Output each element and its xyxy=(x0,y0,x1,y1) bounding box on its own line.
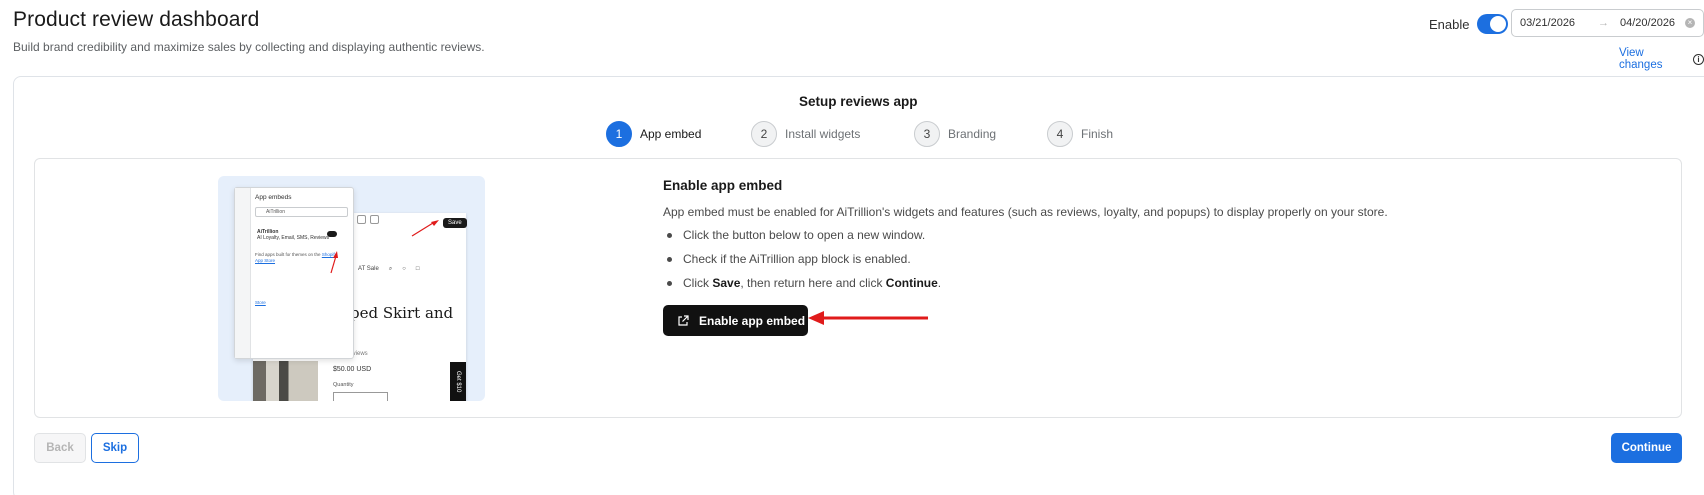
enable-app-embed-button[interactable]: Enable app embed xyxy=(663,305,808,336)
step-install-widgets[interactable]: 2 Install widgets xyxy=(751,121,860,147)
list-item-text: Click Save, then return here and click C… xyxy=(683,276,942,290)
date-end[interactable]: 04/20/2026 xyxy=(1620,17,1685,29)
date-start[interactable]: 03/21/2026 xyxy=(1520,17,1598,29)
list-item: Click the button below to open a new win… xyxy=(663,228,941,252)
list-item-text: Click the button below to open a new win… xyxy=(683,228,926,242)
mock-heading-line: p xyxy=(338,323,453,343)
page-subtitle: Build brand credibility and maximize sal… xyxy=(13,40,485,54)
date-range-picker[interactable]: 03/21/2026 → 04/20/2026 × xyxy=(1511,9,1704,37)
info-icon[interactable]: i xyxy=(1693,53,1704,65)
step-label: App embed xyxy=(640,127,702,141)
list-item: Click Save, then return here and click C… xyxy=(663,276,941,300)
setup-title: Setup reviews app xyxy=(799,94,918,109)
mock-product-heading: riped Skirt and p xyxy=(338,303,453,343)
step-number: 3 xyxy=(914,121,940,147)
mock-heading-line: riped Skirt and xyxy=(338,304,454,322)
mock-cart-icon: □ xyxy=(415,266,420,272)
step-finish[interactable]: 4 Finish xyxy=(1047,121,1113,147)
mock-app-embeds-panel: App embeds AiTrillion AiTrillion AI Loya… xyxy=(234,187,354,359)
enable-control: Enable xyxy=(1429,14,1509,34)
mock-search-icon: ⌕ xyxy=(388,266,393,272)
step-label: Install widgets xyxy=(785,127,861,141)
back-button[interactable]: Back xyxy=(34,433,86,463)
external-link-icon xyxy=(678,314,689,326)
page-title: Product review dashboard xyxy=(13,8,260,31)
enable-label: Enable xyxy=(1429,16,1470,32)
mock-quantity-box xyxy=(333,392,388,401)
mock-rail xyxy=(235,188,251,358)
content-title: Enable app embed xyxy=(663,178,783,193)
mock-item-sub: AI Loyalty, Email, SMS, Reviews xyxy=(257,235,330,241)
step-label: Branding xyxy=(948,127,997,141)
mock-note: Find apps built for themes on the Shopif… xyxy=(255,252,343,264)
mock-nav-item: AT Sale xyxy=(358,266,379,272)
enable-toggle[interactable] xyxy=(1477,14,1509,34)
step-number: 1 xyxy=(606,121,632,147)
view-changes-link[interactable]: View changes i xyxy=(1619,47,1704,71)
mock-embed-switch xyxy=(327,231,337,237)
list-item-text: Check if the AiTrillion app block is ena… xyxy=(683,252,911,266)
clear-date-icon[interactable]: × xyxy=(1685,18,1695,28)
continue-button[interactable]: Continue xyxy=(1611,433,1682,463)
mock-quantity-label: Quantity xyxy=(333,382,354,388)
enable-app-embed-label: Enable app embed xyxy=(699,313,806,328)
mock-embed-item: AiTrillion AI Loyalty, Email, SMS, Revie… xyxy=(257,229,329,241)
step-branding[interactable]: 3 Branding xyxy=(914,121,996,147)
skip-button[interactable]: Skip xyxy=(91,433,139,463)
mock-product-image xyxy=(253,361,318,401)
mock-panel-title: App embeds xyxy=(255,194,292,201)
step-label: Finish xyxy=(1081,127,1114,141)
content-description: App embed must be enabled for AiTrillion… xyxy=(663,205,1388,219)
mock-panel-link: Store xyxy=(255,300,266,305)
app-embed-illustration: Save age AT Sale ⌕ ○ □ riped Skirt and p… xyxy=(218,176,485,401)
mock-save-button: Save xyxy=(443,218,467,228)
step-number: 2 xyxy=(751,121,777,147)
mock-price: $50.00 USD xyxy=(333,366,372,373)
mock-user-icon: ○ xyxy=(402,266,406,272)
list-item: Check if the AiTrillion app block is ena… xyxy=(663,252,941,276)
toggle-knob xyxy=(1490,16,1507,32)
mock-side-tab: Get $10 xyxy=(450,362,466,401)
step-app-embed[interactable]: 1 App embed xyxy=(606,121,701,147)
view-changes-label[interactable]: View changes xyxy=(1619,47,1690,71)
mock-note-text: Find apps built for themes on the xyxy=(255,252,321,257)
mock-search-field: AiTrillion xyxy=(255,207,348,217)
arrow-right-icon: → xyxy=(1598,17,1609,29)
instruction-list: Click the button below to open a new win… xyxy=(663,228,941,300)
step-number: 4 xyxy=(1047,121,1073,147)
